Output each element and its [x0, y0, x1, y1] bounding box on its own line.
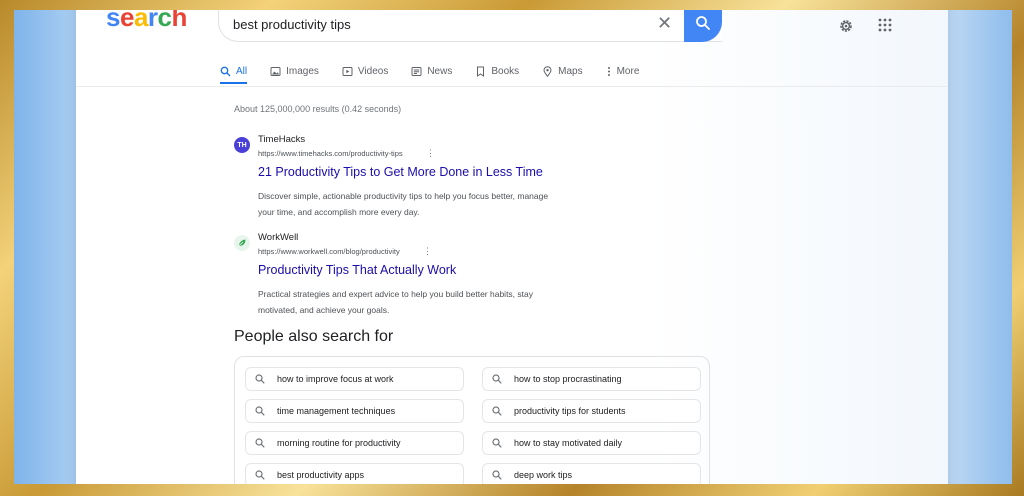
- news-icon: [411, 66, 422, 76]
- settings-gear-icon[interactable]: [838, 18, 854, 34]
- search-icon: [492, 470, 502, 480]
- result-options-icon[interactable]: ⋮: [423, 246, 432, 257]
- search-bar[interactable]: best productivity tips ✕: [218, 10, 722, 42]
- video-icon: [342, 66, 353, 76]
- search-input[interactable]: best productivity tips: [233, 17, 351, 32]
- search-logo[interactable]: search: [106, 10, 187, 32]
- bookmark-icon: [477, 66, 485, 77]
- related-search-item[interactable]: how to stop procrastinating: [482, 367, 701, 391]
- related-search-item[interactable]: best productivity apps: [245, 463, 464, 484]
- tab-videos[interactable]: Videos: [342, 61, 388, 81]
- related-search-item[interactable]: how to stay motivated daily: [482, 431, 701, 455]
- tab-more[interactable]: More: [606, 61, 639, 81]
- result-title-link[interactable]: 21 Productivity Tips to Get More Done in…: [258, 165, 543, 179]
- search-tabs: All Images Videos News Books Maps More: [220, 61, 662, 85]
- image-icon: [270, 66, 281, 76]
- result-snippet: Practical strategies and expert advice t…: [258, 289, 533, 315]
- search-icon: [220, 66, 231, 76]
- tabs-divider: [76, 86, 948, 87]
- search-icon: [255, 374, 265, 384]
- result-site-name[interactable]: WorkWell: [258, 232, 298, 243]
- tab-maps[interactable]: Maps: [542, 61, 583, 81]
- tab-all[interactable]: All: [220, 61, 248, 84]
- tab-books[interactable]: Books: [475, 61, 519, 81]
- tab-news[interactable]: News: [411, 61, 452, 81]
- people-also-search-heading: People also search for: [234, 328, 394, 345]
- result-url[interactable]: https://www.workwell.com/blog/productivi…: [258, 247, 400, 256]
- workwell-leaf-icon: [234, 235, 250, 251]
- search-icon: [492, 406, 502, 416]
- search-icon: [255, 470, 265, 480]
- gold-frame-backdrop: search best productivity tips ✕ All Imag…: [14, 10, 1012, 484]
- search-icon: [255, 406, 265, 416]
- timehacks-favicon: TH: [234, 137, 250, 153]
- related-search-item[interactable]: time management techniques: [245, 399, 464, 423]
- result-title-link[interactable]: Productivity Tips That Actually Work: [258, 263, 456, 277]
- result-url[interactable]: https://www.timehacks.com/productivity-t…: [258, 149, 403, 158]
- result-options-icon[interactable]: ⋮: [426, 148, 435, 159]
- related-search-item[interactable]: how to improve focus at work: [245, 367, 464, 391]
- people-also-search-panel: how to improve focus at work how to stop…: [234, 356, 710, 484]
- search-icon: [492, 374, 502, 384]
- tab-images[interactable]: Images: [270, 61, 319, 81]
- result-stats: About 125,000,000 results (0.42 seconds): [234, 104, 402, 114]
- result-site-name[interactable]: TimeHacks: [258, 134, 305, 145]
- related-search-item[interactable]: morning routine for productivity: [245, 431, 464, 455]
- more-vertical-icon: [607, 66, 610, 76]
- search-results-page: search best productivity tips ✕ All Imag…: [76, 10, 948, 484]
- result-snippet: Discover simple, actionable productivity…: [258, 191, 549, 217]
- map-pin-icon: [543, 65, 552, 77]
- related-search-item[interactable]: deep work tips: [482, 463, 701, 484]
- search-icon: [255, 438, 265, 448]
- related-search-item[interactable]: productivity tips for students: [482, 399, 701, 423]
- search-icon: [696, 16, 710, 30]
- apps-grid-icon[interactable]: [878, 18, 892, 32]
- search-icon: [492, 438, 502, 448]
- clear-search-icon[interactable]: ✕: [657, 14, 672, 32]
